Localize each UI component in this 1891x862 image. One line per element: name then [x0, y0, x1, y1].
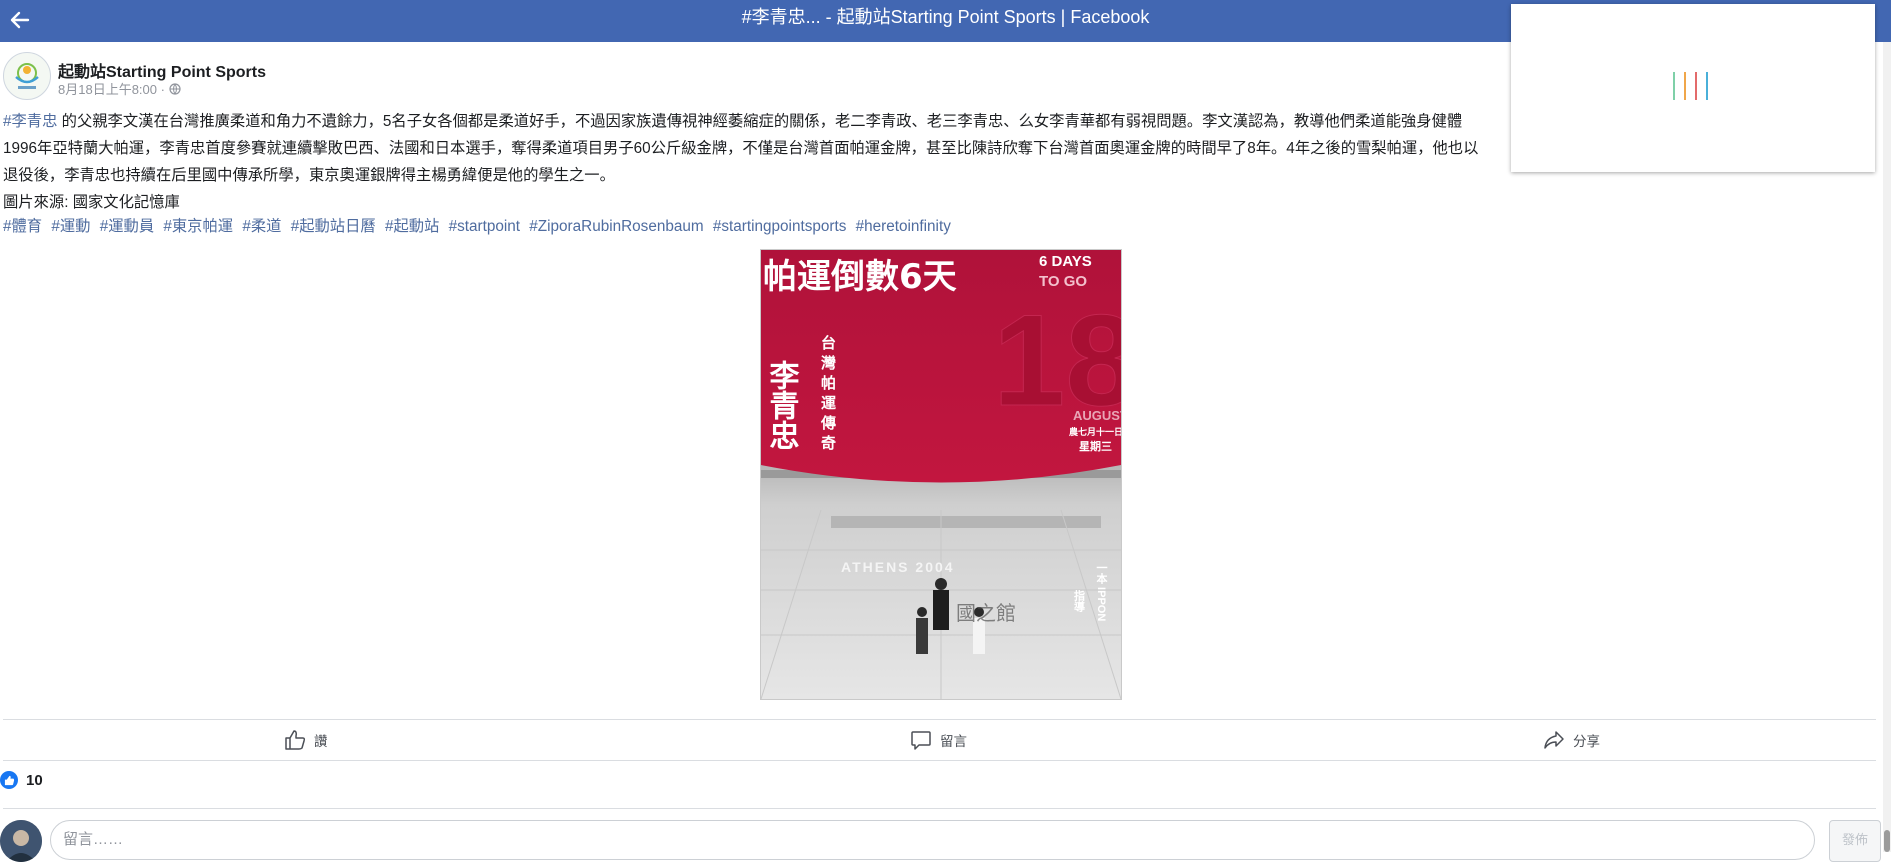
- poster-subtitle-char: 帕: [821, 374, 836, 392]
- post-image[interactable]: 帕運倒數6天 6 DAYS TO GO 18 AUGUST 農七月十一日 星期三…: [760, 249, 1122, 700]
- starting-point-logo-icon: [15, 63, 39, 89]
- hashtag-link[interactable]: #起動站: [385, 218, 439, 235]
- poster-subtitle-char: 運: [821, 394, 837, 412]
- post-line-3: 退役後，李青忠也持續在后里國中傳承所學，東京奧運銀牌得主楊勇緯便是他的學生之一。: [3, 167, 615, 184]
- hashtag-link[interactable]: #heretoinfinity: [856, 218, 951, 235]
- like-reaction-icon: [0, 771, 18, 789]
- comment-composer: 留言…… 發佈: [0, 818, 1891, 862]
- hashtag-link[interactable]: #體育: [3, 218, 42, 235]
- post-line-4: 圖片來源: 國家文化記憶庫: [3, 194, 180, 211]
- hashtag-link[interactable]: #東京帕運: [163, 218, 233, 235]
- comment-button[interactable]: 留言: [910, 728, 967, 752]
- thumbs-up-icon: [285, 730, 306, 750]
- post-timestamp[interactable]: 8月18日上午8:00 ·: [58, 79, 181, 98]
- post-line-2: 1996年亞特蘭大帕運，李青忠首度參賽就連續擊敗巴西、法國和日本選手，奪得柔道項…: [3, 140, 1479, 157]
- like-button[interactable]: 讚: [284, 728, 328, 752]
- comment-label: 留言: [940, 734, 967, 749]
- poster-weekday: 星期三: [1079, 439, 1112, 453]
- hashtag-link[interactable]: #ZiporaRubinRosenbaum: [529, 218, 703, 235]
- poster-subtitle-char: 台: [821, 334, 836, 352]
- like-label: 讚: [314, 734, 328, 749]
- user-avatar[interactable]: [0, 820, 42, 862]
- post-line-1: 的父親李文漢在台灣推廣柔道和角力不遺餘力，5名子女各個都是柔道好手，不過因家族遺…: [57, 113, 1463, 130]
- post-paragraph-1: #李青忠 的父親李文漢在台灣推廣柔道和角力不遺餘力，5名子女各個都是柔道好手，不…: [3, 108, 1503, 135]
- poster-shido-label: 指導: [1073, 589, 1086, 613]
- hashtag-link[interactable]: #startpoint: [449, 218, 520, 235]
- share-button[interactable]: 分享: [1543, 728, 1600, 752]
- globe-icon: [168, 83, 181, 95]
- post-comment-button[interactable]: 發佈: [1829, 820, 1881, 862]
- poster-subtitle-char: 奇: [821, 434, 836, 452]
- poster-graphic: 帕運倒數6天 6 DAYS TO GO 18 AUGUST 農七月十一日 星期三…: [761, 250, 1121, 699]
- hashtag-link[interactable]: #運動員: [100, 218, 154, 235]
- share-arrow-icon: [1544, 731, 1564, 749]
- poster-month: AUGUST: [1073, 408, 1121, 423]
- poster-lunar-date: 農七月十一日: [1069, 426, 1121, 438]
- hashtag-link[interactable]: #startingpointsports: [713, 218, 847, 235]
- poster-athlete-name: 李青忠: [764, 360, 800, 450]
- poster-subtitle-char: 傳: [820, 414, 836, 432]
- share-label: 分享: [1573, 734, 1600, 749]
- page-avatar[interactable]: [3, 52, 51, 100]
- scrollbar[interactable]: [1883, 42, 1891, 852]
- poster-ippon-label: 一本 IPPON: [1095, 562, 1108, 621]
- divider: [3, 808, 1876, 809]
- poster-days-en: 6 DAYS: [1039, 253, 1092, 270]
- hashtag-link[interactable]: #起動站日曆: [291, 218, 376, 235]
- like-count: 10: [26, 771, 43, 789]
- divider: [3, 719, 1876, 720]
- divider: [3, 760, 1876, 761]
- poster-watermark: 國之館: [956, 601, 1016, 625]
- speech-bubble-icon: [911, 731, 931, 750]
- hashtag-link[interactable]: #運動: [51, 218, 90, 235]
- post-body: #李青忠 的父親李文漢在台灣推廣柔道和角力不遺餘力，5名子女各個都是柔道好手，不…: [3, 108, 1503, 216]
- scrollbar-thumb[interactable]: [1884, 830, 1890, 852]
- poster-headline: 帕運倒數6天: [763, 257, 957, 297]
- comment-input[interactable]: 留言……: [50, 820, 1815, 860]
- timestamp-text: 8月18日上午8:00 ·: [58, 82, 165, 97]
- poster-athens-banner: ATHENS 2004: [841, 559, 955, 575]
- hashtag-link[interactable]: #柔道: [242, 218, 281, 235]
- hashtag-list: #體育 #運動 #運動員 #東京帕運 #柔道 #起動站日曆 #起動站 #star…: [3, 216, 956, 238]
- reaction-summary[interactable]: 10: [0, 771, 43, 789]
- loading-popup: [1511, 4, 1875, 172]
- mention-link[interactable]: #李青忠: [3, 113, 57, 130]
- poster-subtitle-char: 灣: [821, 354, 836, 372]
- loading-spinner-icon: [1673, 72, 1717, 104]
- post-header: 起動站Starting Point Sports 8月18日上午8:00 ·: [3, 52, 603, 100]
